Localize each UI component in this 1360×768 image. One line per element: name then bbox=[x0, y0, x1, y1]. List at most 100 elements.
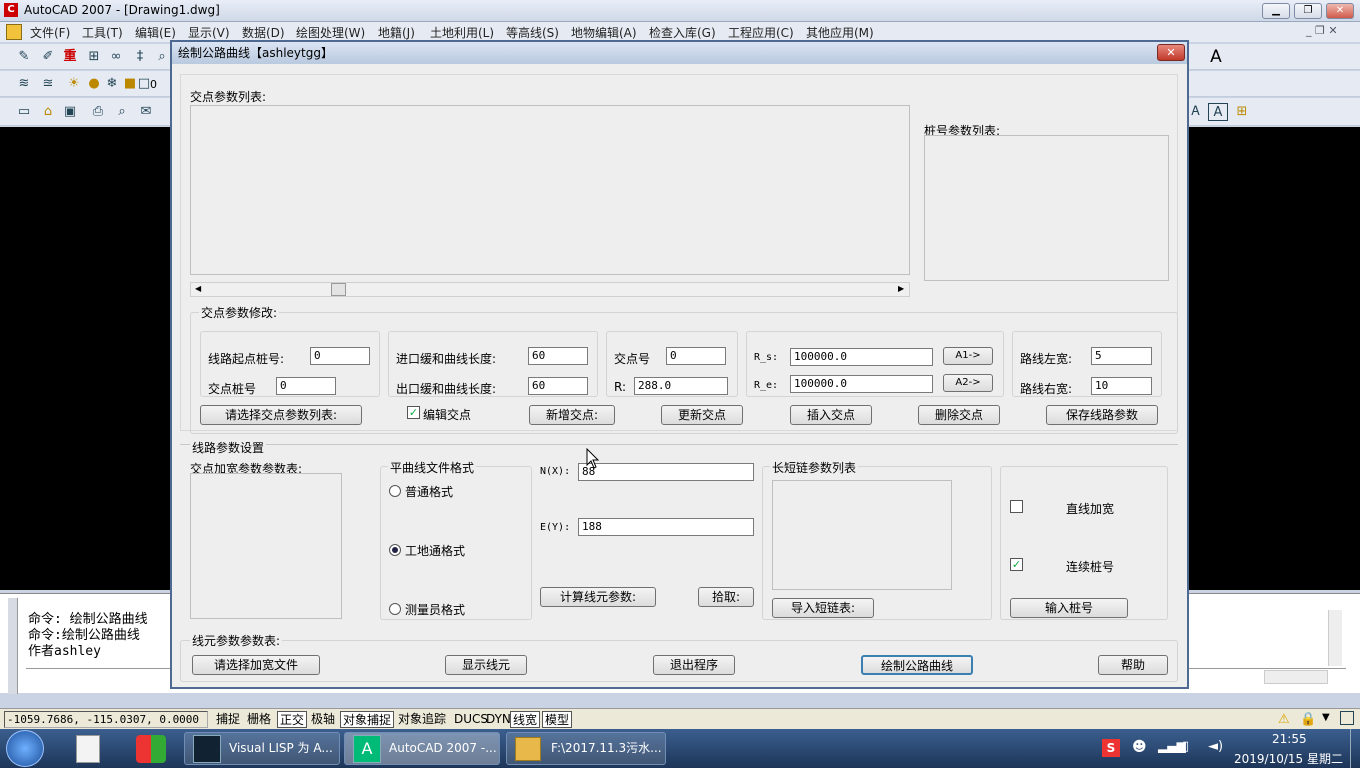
chain-list[interactable] bbox=[772, 480, 952, 590]
menu-tools[interactable]: 工具(T) bbox=[82, 24, 123, 41]
device-icon[interactable]: ▯ bbox=[1182, 739, 1189, 754]
publish-icon[interactable]: ✉ bbox=[136, 103, 156, 121]
pencil-icon[interactable]: ✎ bbox=[14, 48, 34, 66]
in-len-input[interactable]: 60 bbox=[528, 347, 588, 365]
menu-engineering[interactable]: 工程应用(C) bbox=[728, 24, 794, 41]
jd-list[interactable] bbox=[190, 105, 910, 275]
a2-button[interactable]: A2-> bbox=[943, 374, 993, 392]
multiline-text-icon[interactable]: A bbox=[1208, 103, 1228, 121]
show-elements-button[interactable]: 显示线元 bbox=[445, 655, 527, 675]
mdi-controls[interactable]: _ ❐ ✕ bbox=[1306, 24, 1338, 37]
clock-time[interactable]: 21:55 bbox=[1272, 732, 1307, 746]
table-icon[interactable]: ⊞ bbox=[1232, 103, 1252, 121]
draw-curve-button[interactable]: 绘制公路曲线 bbox=[861, 655, 973, 675]
zoom-icon[interactable]: ⌕ bbox=[152, 48, 172, 66]
jd-list-scrollbar[interactable]: ◀ ▶ bbox=[190, 282, 910, 297]
start-button[interactable] bbox=[6, 730, 44, 767]
preview-icon[interactable]: ⌕ bbox=[112, 103, 132, 121]
taskbar-item-visual-lisp[interactable]: Visual LISP 为 A... bbox=[184, 732, 340, 765]
volume-icon[interactable]: ◄) bbox=[1208, 739, 1223, 754]
print-icon[interactable]: ⎙ bbox=[88, 103, 108, 121]
delete-jd-button[interactable]: 删除交点 bbox=[918, 405, 1000, 425]
new-file-icon[interactable]: ▭ bbox=[14, 103, 34, 121]
scroll-right-icon[interactable]: ▶ bbox=[898, 284, 904, 293]
input-station-button[interactable]: 输入桩号 bbox=[1010, 598, 1128, 618]
menu-data[interactable]: 数据(D) bbox=[242, 24, 285, 41]
close-button[interactable]: ✕ bbox=[1326, 3, 1354, 19]
format-surveyor-radio[interactable] bbox=[389, 603, 401, 615]
otrack-toggle[interactable]: 对象追踪 bbox=[396, 711, 448, 728]
blank-document-icon[interactable] bbox=[76, 735, 100, 763]
freeze-icon[interactable]: ❄ bbox=[102, 75, 122, 93]
update-jd-button[interactable]: 更新交点 bbox=[661, 405, 743, 425]
format-gongdi-radio[interactable] bbox=[389, 544, 401, 556]
menu-cadastre[interactable]: 地籍(J) bbox=[378, 24, 415, 41]
snap-toggle[interactable]: 捕捉 bbox=[214, 711, 242, 728]
grid-icon[interactable]: ⊞ bbox=[84, 48, 104, 66]
command-hscrollbar[interactable] bbox=[1264, 670, 1328, 684]
redo-icon[interactable]: 重 bbox=[60, 48, 80, 66]
open-file-icon[interactable]: ⌂ bbox=[38, 103, 58, 121]
new-jd-button[interactable]: 新增交点: bbox=[529, 405, 615, 425]
scroll-left-icon[interactable]: ◀ bbox=[195, 284, 201, 293]
taskbar-item-autocad[interactable]: A AutoCAD 2007 -... bbox=[344, 732, 500, 765]
radius-input[interactable]: 288.0 bbox=[634, 377, 728, 395]
re-input[interactable]: 100000.0 bbox=[790, 375, 933, 393]
left-width-input[interactable]: 5 bbox=[1091, 347, 1152, 365]
out-len-input[interactable]: 60 bbox=[528, 377, 588, 395]
menu-view[interactable]: 显示(V) bbox=[188, 24, 230, 41]
start-station-input[interactable]: 0 bbox=[310, 347, 370, 365]
taskbar-item-folder[interactable]: F:\2017.11.3污水... bbox=[506, 732, 666, 765]
menu-check[interactable]: 检查入库(G) bbox=[649, 24, 716, 41]
rs-input[interactable]: 100000.0 bbox=[790, 348, 933, 366]
ortho-toggle[interactable]: 正交 bbox=[277, 711, 308, 728]
lightbulb-icon[interactable]: ☀ bbox=[64, 75, 84, 93]
command-scrollbar[interactable] bbox=[1328, 610, 1342, 666]
clock-date[interactable]: 2019/10/15 星期二 bbox=[1234, 750, 1343, 767]
n-input[interactable]: 88 bbox=[578, 463, 754, 481]
exit-program-button[interactable]: 退出程序 bbox=[653, 655, 735, 675]
menu-edit[interactable]: 编辑(E) bbox=[135, 24, 176, 41]
input-method-icon[interactable]: S bbox=[1102, 739, 1120, 757]
lineweight-toggle[interactable]: 线宽 bbox=[510, 711, 541, 728]
jd-no-input[interactable]: 0 bbox=[666, 347, 726, 365]
polar-toggle[interactable]: 极轴 bbox=[309, 711, 337, 728]
pick-button[interactable]: 拾取: bbox=[698, 587, 754, 607]
continuous-station-checkbox[interactable]: ✓ bbox=[1010, 558, 1023, 571]
menu-feature-edit[interactable]: 地物编辑(A) bbox=[571, 24, 637, 41]
jd-station-input[interactable]: 0 bbox=[276, 377, 336, 395]
layer-value[interactable]: 0 bbox=[150, 78, 157, 91]
widen-list[interactable] bbox=[190, 473, 342, 619]
save-icon[interactable]: ▣ bbox=[60, 103, 80, 121]
e-input[interactable]: 188 bbox=[578, 518, 754, 536]
maximize-button[interactable]: ❐ bbox=[1294, 3, 1322, 19]
right-width-input[interactable]: 10 bbox=[1091, 377, 1152, 395]
edit-jd-checkbox[interactable]: ✓ bbox=[407, 406, 420, 419]
warning-icon[interactable]: ⚠ bbox=[1278, 712, 1290, 727]
save-route-button[interactable]: 保存线路参数 bbox=[1046, 405, 1158, 425]
dialog-close-button[interactable]: ✕ bbox=[1157, 44, 1185, 61]
command-window-grip[interactable] bbox=[8, 598, 18, 694]
straight-widen-checkbox[interactable]: ✓ bbox=[1010, 500, 1023, 513]
text-edit-icon[interactable]: Ꭺ bbox=[1186, 103, 1206, 121]
zh-list[interactable] bbox=[924, 135, 1169, 281]
menu-contour[interactable]: 等高线(S) bbox=[506, 24, 559, 41]
text-style-icon[interactable]: A bbox=[1206, 48, 1226, 66]
menu-drawing[interactable]: 绘图处理(W) bbox=[296, 24, 365, 41]
help-button[interactable]: 帮助 bbox=[1098, 655, 1168, 675]
show-desktop-button[interactable] bbox=[1350, 729, 1360, 768]
calc-elements-button[interactable]: 计算线元参数: bbox=[540, 587, 656, 607]
a1-button[interactable]: A1-> bbox=[943, 347, 993, 365]
select-widen-file-button[interactable]: 请选择加宽文件 bbox=[192, 655, 320, 675]
tree-icon[interactable]: ‡ bbox=[130, 48, 150, 66]
layer-state-icon[interactable]: ≊ bbox=[38, 75, 58, 93]
insert-jd-button[interactable]: 插入交点 bbox=[790, 405, 872, 425]
format-normal-radio[interactable] bbox=[389, 485, 401, 497]
link-icon[interactable]: ∞ bbox=[106, 48, 126, 66]
minimize-button[interactable]: ▁ bbox=[1262, 3, 1290, 19]
osnap-toggle[interactable]: 对象捕捉 bbox=[340, 711, 395, 728]
app-tiles-icon[interactable] bbox=[136, 735, 166, 763]
grid-toggle[interactable]: 栅格 bbox=[245, 711, 273, 728]
sun-icon[interactable]: ● bbox=[84, 75, 104, 93]
qq-icon[interactable]: ☻ bbox=[1132, 739, 1147, 755]
